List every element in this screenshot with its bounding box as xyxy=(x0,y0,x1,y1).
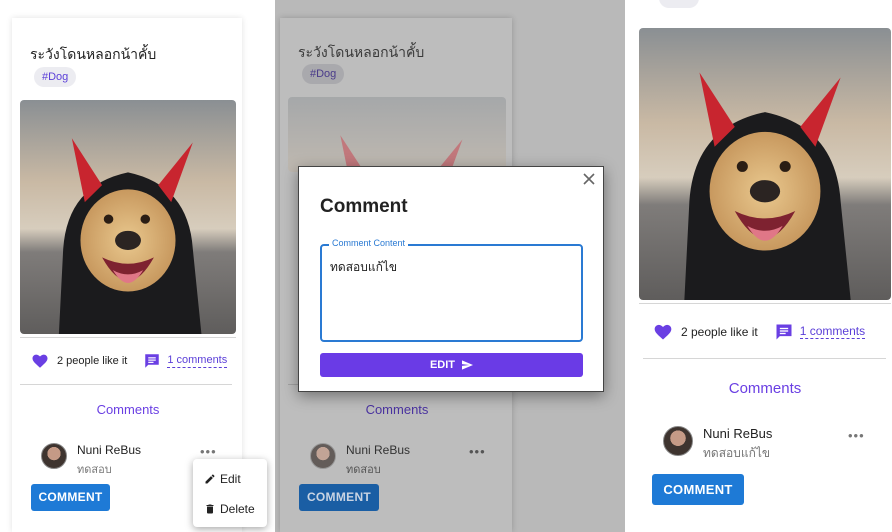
avatar xyxy=(310,443,336,469)
heart-icon[interactable] xyxy=(31,352,49,370)
comment-text: ทดสอบ xyxy=(346,463,381,476)
menu-item-label: Delete xyxy=(220,502,255,516)
edit-submit-button[interactable]: EDIT xyxy=(320,353,583,377)
avatar xyxy=(663,426,693,456)
comment-author: Nuni ReBus xyxy=(703,426,773,441)
tag-chip-partial xyxy=(659,0,699,8)
post-title: ระวังโดนหลอกน้าคั้บ xyxy=(298,45,425,61)
comment-author: Nuni ReBus xyxy=(346,443,411,457)
post-title: ระวังโดนหลอกน้าคั้บ xyxy=(30,47,157,63)
comments-link[interactable]: 1 comments xyxy=(167,354,228,368)
comments-heading: Comments xyxy=(365,402,429,417)
screen-panel-1: ระวังโดนหลอกน้าคั้บ #Dog 2 people like i… xyxy=(0,0,275,532)
menu-item-label: Edit xyxy=(220,472,241,486)
comment-author: Nuni ReBus xyxy=(77,443,142,457)
comment-button[interactable]: COMMENT xyxy=(299,484,379,511)
comment-dialog: Comment Comment Content ทดสอบแก้ไข EDIT xyxy=(298,166,604,392)
more-options-icon[interactable]: ••• xyxy=(200,444,217,459)
edit-button-label: EDIT xyxy=(429,359,456,371)
trash-icon xyxy=(206,504,214,514)
comments-heading: Comments xyxy=(728,380,802,397)
field-label: Comment Content xyxy=(329,238,409,248)
comment-button[interactable]: COMMENT xyxy=(652,474,744,505)
like-row: 2 people like it 1 comments xyxy=(653,322,866,342)
tag-chip[interactable]: #Dog xyxy=(34,67,77,87)
menu-item-edit[interactable]: Edit xyxy=(193,464,267,494)
divider xyxy=(643,358,886,359)
post-photo xyxy=(639,28,891,300)
menu-item-delete[interactable]: Delete xyxy=(193,494,267,524)
likes-count: 2 people like it xyxy=(681,325,758,339)
comment-options-menu: Edit Delete xyxy=(193,459,267,527)
comment-item: Nuni ReBus ทดสอบ xyxy=(310,443,410,478)
send-icon xyxy=(462,360,474,370)
divider xyxy=(20,384,232,385)
comment-bubble-icon[interactable] xyxy=(774,322,794,342)
comment-text: ทดสอบ xyxy=(77,463,112,476)
screen-panel-3: 2 people like it 1 comments Comments Nun… xyxy=(627,0,892,532)
avatar xyxy=(41,443,67,469)
comment-content-input[interactable]: ทดสอบแก้ไข xyxy=(330,258,397,277)
divider xyxy=(639,303,891,304)
divider xyxy=(20,337,236,338)
likes-count: 2 people like it xyxy=(57,355,128,367)
comments-link[interactable]: 1 comments xyxy=(799,325,866,339)
comment-button[interactable]: COMMENT xyxy=(31,484,110,511)
dialog-title: Comment xyxy=(320,196,408,217)
comments-heading: Comments xyxy=(96,402,160,417)
pencil-icon xyxy=(205,474,215,484)
post-photo xyxy=(20,100,236,334)
more-options-icon[interactable]: ••• xyxy=(469,444,486,459)
comment-item: Nuni ReBus ทดสอบ xyxy=(41,443,141,478)
post-photo xyxy=(288,97,506,172)
tag-chip[interactable]: #Dog xyxy=(302,64,345,84)
heart-icon[interactable] xyxy=(653,322,673,342)
close-icon[interactable] xyxy=(582,172,596,186)
like-row: 2 people like it 1 comments xyxy=(31,352,228,370)
comment-content-field[interactable]: Comment Content ทดสอบแก้ไข xyxy=(320,238,583,342)
more-options-icon[interactable]: ••• xyxy=(848,428,865,443)
comment-item: Nuni ReBus ทดสอบแก้ไข xyxy=(663,426,772,463)
comment-bubble-icon[interactable] xyxy=(143,352,161,370)
comment-text: ทดสอบแก้ไข xyxy=(703,446,771,460)
